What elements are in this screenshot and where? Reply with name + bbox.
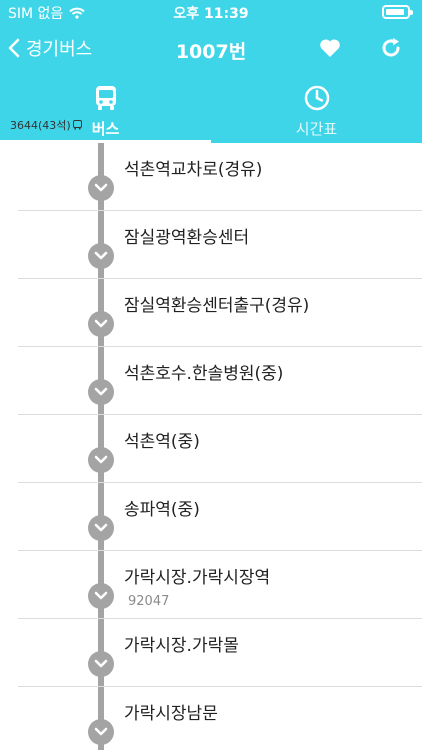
stop-row[interactable]: 잠실역환승센터출구(경유)	[0, 279, 422, 347]
stop-node	[88, 583, 114, 609]
stop-node	[88, 175, 114, 201]
chevron-down-icon	[94, 727, 108, 736]
stop-node	[88, 447, 114, 473]
refresh-icon[interactable]	[379, 36, 403, 60]
bus-info-label: 3644(43석)	[10, 119, 71, 132]
stop-name: 석촌역(중)	[124, 432, 200, 452]
stop-name: 잠실역환승센터출구(경유)	[124, 296, 310, 316]
battery-icon	[382, 5, 413, 19]
stop-row[interactable]: 석촌호수.한솔병원(중)	[0, 347, 422, 415]
chevron-down-icon	[94, 659, 108, 668]
stop-node	[88, 311, 114, 337]
bus-icon	[95, 86, 116, 110]
status-time: 오후 11:39	[173, 6, 249, 22]
stop-row[interactable]: 잠실광역환승센터	[0, 211, 422, 279]
chevron-down-icon	[94, 251, 108, 260]
tab-bus-label: 버스	[91, 120, 120, 138]
chevron-down-icon	[94, 523, 108, 532]
tab-timetable[interactable]: 시간표	[211, 78, 422, 143]
heart-icon[interactable]	[318, 36, 342, 60]
stop-row[interactable]: 가락시장.가락몰	[0, 619, 422, 687]
status-bar: SIM 없음 오후 11:39	[0, 0, 422, 26]
stop-node	[88, 379, 114, 405]
stop-node	[88, 651, 114, 677]
tab-bar: 버스 시간표	[0, 78, 422, 143]
stop-node	[88, 719, 114, 745]
bus-info: 3644(43석)	[10, 117, 82, 133]
tab-bus[interactable]: 버스	[0, 78, 211, 143]
stop-list[interactable]: 석촌역교차로(경유) 잠실광역환승센터잠실역환승센터출구(경유) 석촌호수.한솔병원…	[0, 143, 422, 750]
stop-node	[88, 515, 114, 541]
battery-level	[386, 9, 404, 15]
chevron-down-icon	[94, 319, 108, 328]
stop-name: 석촌역교차로(경유)	[124, 160, 263, 180]
stop-row[interactable]: 석촌역(중)	[0, 415, 422, 483]
tab-timetable-label: 시간표	[295, 120, 338, 138]
chevron-down-icon	[94, 183, 108, 192]
stop-name: 잠실광역환승센터	[124, 228, 250, 248]
bus-icon	[72, 120, 82, 130]
stop-id: 92047	[128, 594, 170, 609]
stop-name: 가락시장.가락몰	[124, 636, 239, 656]
page-title: 1007번	[175, 41, 247, 63]
stop-name: 석촌호수.한솔병원(중)	[124, 364, 284, 384]
stop-name: 송파역(중)	[124, 500, 200, 520]
clock-icon	[304, 85, 329, 111]
stop-row[interactable]: 가락시장남문	[0, 687, 422, 750]
stop-name: 가락시장.가락시장역	[124, 568, 271, 588]
stop-name: 가락시장남문	[124, 704, 218, 724]
stop-row[interactable]: 송파역(중)	[0, 483, 422, 551]
stop-row[interactable]: 석촌역교차로(경유)	[0, 143, 422, 211]
nav-bar: 경기버스 1007번	[0, 28, 422, 68]
chevron-down-icon	[94, 455, 108, 464]
stop-row[interactable]: 가락시장.가락시장역 92047	[0, 551, 422, 619]
chevron-down-icon	[94, 591, 108, 600]
chevron-down-icon	[94, 387, 108, 396]
stop-node	[88, 243, 114, 269]
